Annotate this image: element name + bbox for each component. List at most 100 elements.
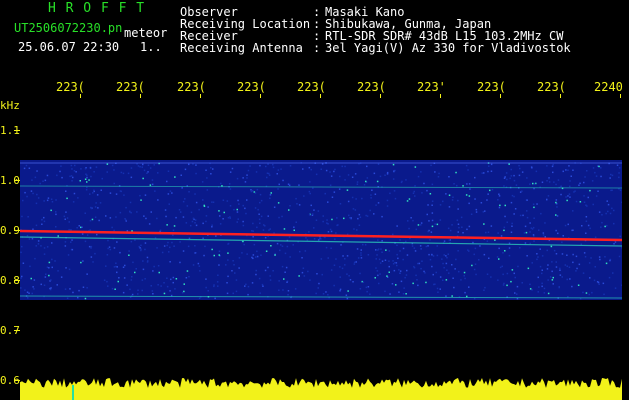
noise-speck — [456, 219, 459, 221]
noise-speck — [420, 267, 422, 270]
noise-speck — [237, 218, 239, 220]
noise-speck — [158, 271, 160, 274]
noise-speck — [344, 264, 346, 266]
noise-speck — [89, 167, 92, 169]
noise-speck — [132, 261, 134, 264]
noise-speck — [231, 270, 233, 272]
noise-speck — [122, 172, 125, 175]
noise-speck — [388, 260, 390, 262]
noise-speck — [526, 199, 528, 201]
noise-speck — [483, 223, 485, 225]
noise-speck — [614, 287, 617, 289]
noise-speck — [95, 166, 98, 168]
noise-speck — [486, 240, 489, 242]
noise-speck — [463, 271, 466, 274]
noise-speck — [252, 222, 254, 225]
noise-speck — [458, 226, 460, 229]
noise-speck — [465, 194, 468, 196]
noise-speck — [247, 285, 250, 288]
noise-speck — [452, 196, 454, 198]
noise-speck — [287, 183, 290, 185]
noise-speck — [420, 224, 422, 226]
noise-speck — [225, 264, 227, 266]
noise-speck — [403, 287, 405, 289]
noise-speck — [400, 280, 403, 283]
noise-speck — [504, 215, 506, 218]
noise-speck — [327, 294, 329, 296]
noise-speck — [278, 216, 280, 219]
noise-speck — [434, 223, 436, 225]
noise-speck — [48, 261, 51, 264]
noise-speck — [277, 188, 279, 190]
noise-speck — [506, 178, 508, 181]
noise-speck — [564, 264, 567, 266]
noise-speck — [587, 224, 590, 227]
noise-speck — [205, 278, 207, 280]
noise-speck — [511, 269, 514, 271]
noise-speck — [251, 190, 254, 192]
noise-speck — [43, 216, 45, 219]
noise-speck — [232, 260, 234, 262]
noise-speck — [211, 201, 213, 203]
noise-speck — [437, 176, 440, 178]
noise-speck — [259, 222, 261, 224]
noise-speck — [414, 166, 417, 168]
noise-speck — [25, 164, 28, 167]
noise-speck — [260, 254, 262, 256]
noise-speck — [153, 265, 155, 268]
noise-speck — [278, 183, 280, 186]
noise-speck — [367, 254, 370, 256]
noise-speck — [483, 253, 486, 256]
noise-speck — [468, 225, 471, 228]
noise-speck — [619, 189, 622, 191]
noise-speck — [531, 289, 533, 291]
noise-speck — [172, 276, 175, 279]
hrofft-window: H R O F F T UT2506072230.pn meteor 25.06… — [0, 0, 629, 400]
noise-speck — [259, 193, 262, 196]
noise-speck — [213, 284, 215, 286]
noise-speck — [122, 291, 125, 294]
noise-speck — [356, 229, 358, 231]
noise-speck — [324, 192, 326, 195]
noise-speck — [333, 284, 335, 287]
noise-speck — [90, 207, 93, 210]
spectrogram-waterfall — [20, 100, 622, 400]
noise-speck — [341, 267, 344, 270]
noise-speck — [140, 248, 142, 250]
noise-speck — [113, 266, 116, 268]
noise-speck — [36, 170, 38, 172]
noise-speck — [551, 279, 554, 281]
noise-speck — [28, 238, 31, 240]
noise-speck — [320, 258, 323, 260]
noise-speck — [358, 213, 361, 216]
noise-speck — [359, 288, 362, 290]
noise-speck — [327, 231, 330, 233]
noise-speck — [313, 227, 315, 229]
noise-speck — [551, 165, 554, 168]
noise-speck — [506, 221, 508, 223]
noise-speck — [498, 258, 500, 260]
noise-speck — [404, 276, 406, 279]
noise-speck — [195, 224, 198, 227]
noise-speck — [36, 193, 38, 196]
noise-speck — [395, 262, 398, 264]
noise-speck — [600, 226, 602, 228]
noise-speck — [86, 176, 88, 179]
noise-speck — [292, 244, 294, 246]
noise-speck — [513, 195, 515, 198]
noise-speck — [237, 199, 239, 202]
noise-speck — [516, 285, 519, 288]
noise-speck — [531, 262, 533, 264]
noise-speck — [557, 232, 559, 235]
noise-speck — [449, 229, 452, 232]
noise-speck — [583, 201, 586, 203]
noise-speck — [43, 284, 46, 286]
noise-speck — [22, 262, 25, 264]
noise-speck — [572, 253, 574, 256]
noise-speck — [524, 242, 527, 244]
noise-speck — [435, 271, 437, 274]
noise-speck — [116, 266, 118, 268]
noise-speck — [586, 170, 588, 172]
noise-speck — [281, 245, 284, 247]
noise-speck — [494, 239, 496, 241]
